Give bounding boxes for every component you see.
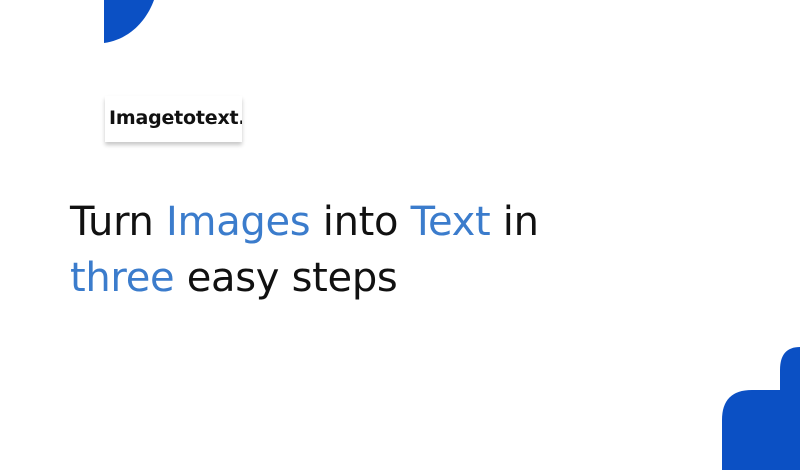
decorative-corner-shape-bottom (722, 347, 800, 470)
headline-highlight-three: three (70, 255, 175, 301)
hero-headline: Turn Images into Text in three easy step… (70, 194, 730, 306)
headline-word-turn: Turn (70, 199, 154, 245)
headline-word-into: into (322, 199, 399, 245)
headline-words-easy-steps: easy steps (186, 255, 398, 301)
decorative-corner-shape-top (104, 0, 154, 43)
brand-logo-card[interactable]: Imagetotext.i (105, 96, 242, 142)
brand-name: Imagetotext.i (109, 107, 242, 129)
headline-highlight-images: Images (166, 199, 311, 245)
headline-highlight-text: Text (410, 199, 491, 245)
headline-word-in: in (502, 199, 539, 245)
